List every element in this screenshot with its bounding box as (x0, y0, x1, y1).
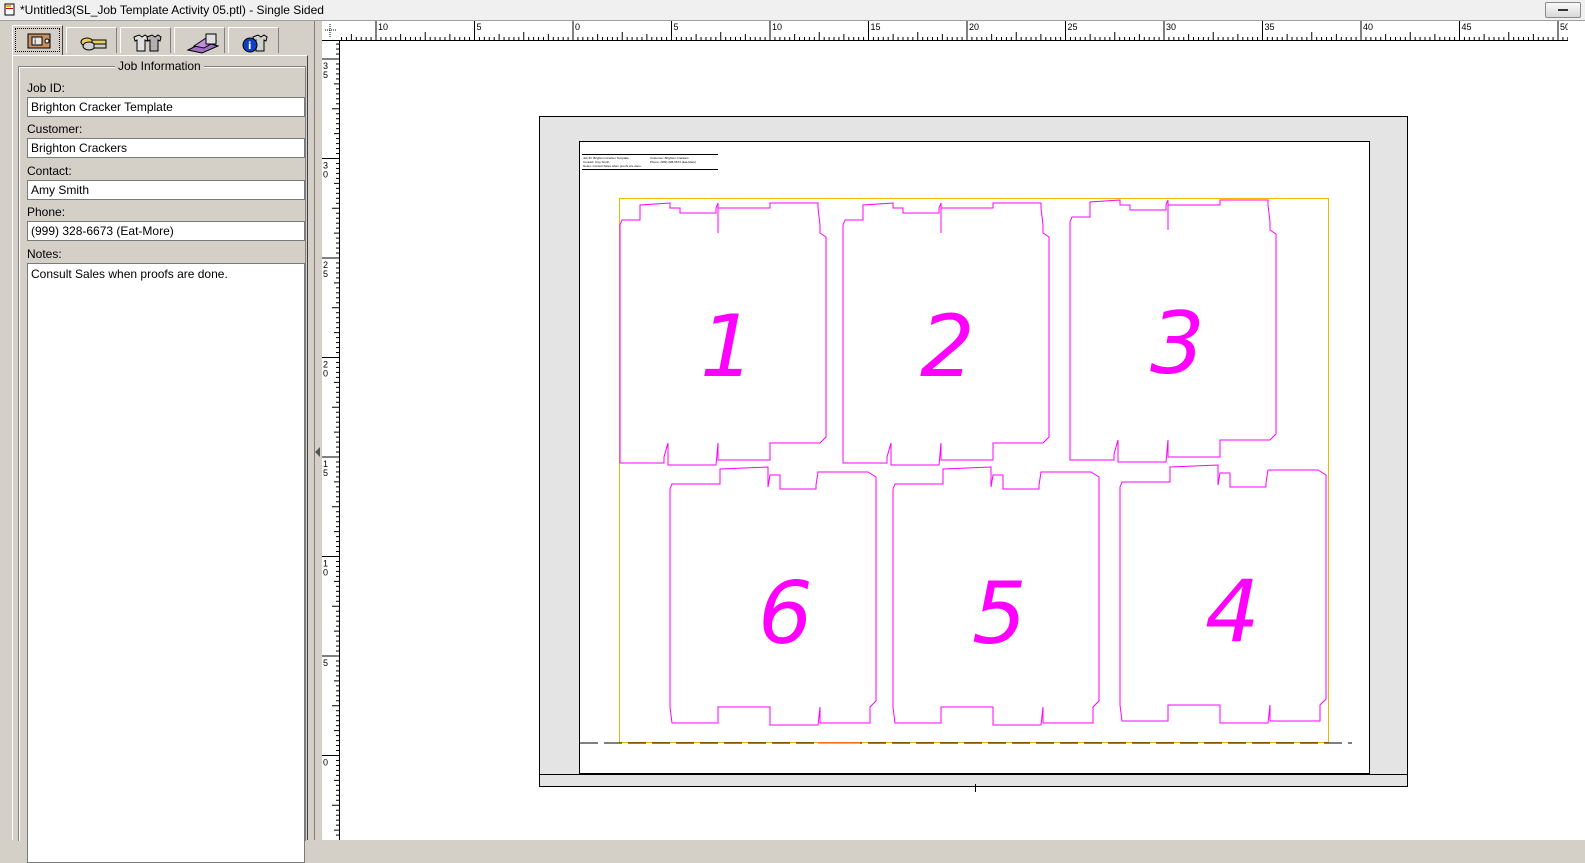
layout-canvas[interactable]: Job ID: Brighton Cracker Template Contac… (340, 41, 1568, 840)
vertical-ruler[interactable]: 35302520151050 (322, 41, 340, 840)
panel-tabs: i i (12, 25, 312, 55)
vruler-label: 0 (323, 170, 328, 180)
job-information-form: Job Information Job ID: Brighton Cracker… (12, 55, 308, 863)
info-shirt-icon: i (242, 34, 268, 53)
group-title: Job Information (115, 59, 204, 73)
notes-label: Notes: (27, 247, 62, 261)
layout-number-5: 5 (972, 564, 1027, 664)
hruler-label: 5 (674, 22, 679, 32)
tab-stock[interactable] (174, 27, 225, 54)
notes-field[interactable]: Consult Sales when proofs are done. (27, 263, 305, 863)
boxes-icon (186, 33, 220, 54)
job-information-group: Job Information Job ID: Brighton Cracker… (18, 59, 306, 863)
layout-number-3: 3 (1150, 294, 1205, 394)
die-layout: 1 2 3 6 5 4 (580, 199, 1352, 744)
vruler-label: 0 (323, 568, 328, 578)
hruler-label: 0 (575, 22, 580, 32)
collapse-arrow-icon[interactable] (315, 447, 320, 457)
contact-label: Contact: (27, 164, 72, 178)
hruler-label: 50 (1560, 22, 1568, 32)
tab-products[interactable] (120, 27, 171, 53)
right-edge (1568, 21, 1585, 840)
phone-field[interactable]: (999) 328-6673 (Eat-More) (27, 221, 305, 241)
vruler-label: 0 (323, 369, 328, 379)
shirts-icon (133, 34, 162, 52)
center-mark (975, 784, 976, 792)
hruler-label: 15 (871, 22, 881, 32)
job-tag-icon: i (27, 33, 51, 49)
origin-crosshair-icon (325, 24, 336, 37)
vruler-label: 5 (323, 468, 328, 478)
title-bar: *Untitled3(SL_Job Template Activity 05.p… (0, 0, 1585, 21)
hruler-label: 45 (1462, 22, 1472, 32)
vruler-label: 5 (323, 269, 328, 279)
contact-field[interactable]: Amy Smith (27, 180, 305, 200)
job-id-label: Job ID: (27, 81, 66, 95)
keys-icon (80, 37, 107, 51)
hruler-label: 25 (1068, 22, 1078, 32)
tab-job-info[interactable]: i (12, 25, 63, 55)
vruler-label: 0 (323, 758, 328, 768)
hruler-label: 40 (1363, 22, 1373, 32)
layout-number-4: 4 (1205, 562, 1260, 662)
minimize-button[interactable] (1545, 2, 1581, 18)
layout-number-6: 6 (758, 564, 813, 664)
svg-text:i: i (248, 41, 251, 52)
job-panel: i i Job Information Job ID: Brighton Cra… (0, 21, 315, 863)
hruler-label: 20 (969, 22, 979, 32)
tab-info[interactable]: i (228, 27, 279, 53)
layout-number-1: 1 (700, 297, 755, 397)
ruler-origin[interactable] (322, 21, 340, 41)
vruler-label: 5 (323, 70, 328, 80)
vruler-label: 5 (323, 658, 328, 668)
svg-text:i: i (34, 37, 36, 46)
layout-number-2: 2 (920, 297, 975, 397)
hruler-label: 5 (477, 22, 482, 32)
job-id-field[interactable]: Brighton Cracker Template (27, 97, 305, 117)
phone-label: Phone: (27, 205, 66, 219)
hruler-label: 35 (1265, 22, 1275, 32)
tab-keys[interactable] (66, 27, 117, 53)
hruler-label: 30 (1166, 22, 1176, 32)
window-title: *Untitled3(SL_Job Template Activity 05.p… (20, 3, 324, 17)
panel-splitter[interactable] (315, 21, 321, 840)
hruler-label: 10 (378, 22, 388, 32)
app-document-icon (4, 3, 15, 16)
horizontal-ruler[interactable]: 10505101520253035404550 (339, 21, 1568, 41)
customer-field[interactable]: Brighton Crackers (27, 138, 305, 158)
customer-label: Customer: (27, 122, 83, 136)
hruler-label: 10 (772, 22, 782, 32)
